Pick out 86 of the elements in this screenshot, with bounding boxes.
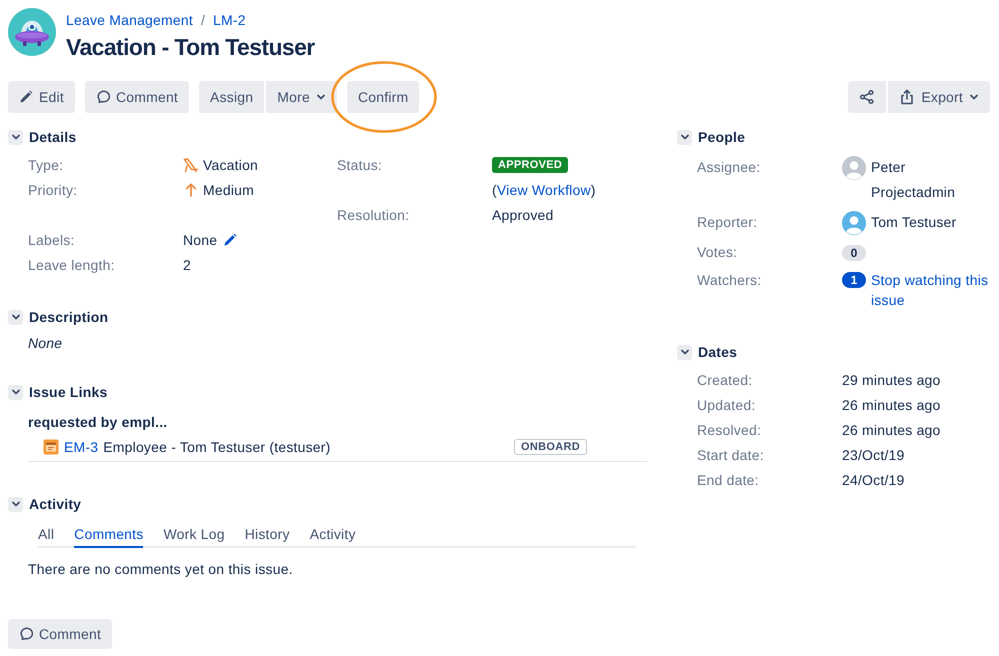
field-label: Updated: bbox=[697, 396, 756, 415]
field-label: Leave length: bbox=[28, 256, 116, 275]
upload-icon bbox=[899, 89, 916, 105]
breadcrumb-link[interactable]: LM-2 bbox=[213, 10, 246, 30]
field-label: Votes: bbox=[697, 243, 738, 262]
field-value: 26 minutes ago bbox=[842, 396, 941, 415]
share-button[interactable] bbox=[848, 81, 886, 113]
field-value: 29 minutes ago bbox=[842, 371, 941, 390]
caret-icon bbox=[969, 92, 979, 102]
user-name: Peter Projectadmin bbox=[871, 158, 956, 202]
field-label: Resolved: bbox=[697, 421, 762, 440]
field-value: Medium bbox=[203, 181, 254, 200]
issue-key-link[interactable]: EM-3 bbox=[64, 437, 98, 457]
empty-message: There are no comments yet on this issue. bbox=[28, 560, 294, 579]
field-label: Start date: bbox=[697, 446, 765, 465]
section-title: Activity bbox=[29, 495, 82, 514]
field-label: Watchers: bbox=[697, 271, 762, 290]
comment-icon bbox=[19, 627, 33, 641]
issue-title: Vacation - Tom Testuser bbox=[66, 33, 315, 62]
action-button[interactable]: Assign bbox=[199, 81, 264, 113]
field-label: Resolution: bbox=[337, 206, 410, 225]
field-label: Created: bbox=[697, 371, 754, 390]
chevron-down-icon bbox=[680, 347, 690, 357]
section-title: Dates bbox=[698, 343, 738, 362]
activity-tab[interactable]: History bbox=[244, 520, 290, 548]
caret-icon bbox=[316, 92, 326, 102]
field-label: Labels: bbox=[28, 231, 76, 250]
field-label: Type: bbox=[28, 156, 64, 175]
field-value: 2 bbox=[183, 256, 191, 275]
workflow-note: (View Workflow) bbox=[492, 181, 596, 200]
view-workflow-link[interactable]: View Workflow bbox=[496, 182, 591, 198]
pencil-icon bbox=[19, 90, 33, 104]
activity-tab[interactable]: All bbox=[38, 520, 54, 548]
chevron-down-icon bbox=[10, 499, 20, 509]
pencil-icon[interactable] bbox=[223, 233, 238, 247]
field-value: 26 minutes ago bbox=[842, 421, 941, 440]
status-lozenge: ONBOARD bbox=[514, 439, 587, 455]
chevron-down-icon bbox=[10, 312, 20, 322]
activity-tab[interactable]: Activity bbox=[310, 520, 356, 548]
collapse-toggle[interactable] bbox=[677, 344, 692, 360]
field-label: Priority: bbox=[28, 181, 78, 200]
watcher-count: 1 bbox=[842, 272, 866, 288]
field-value: Vacation bbox=[203, 156, 258, 175]
calendar-icon bbox=[43, 439, 59, 455]
edit-button[interactable]: Edit bbox=[8, 81, 75, 113]
collapse-toggle[interactable] bbox=[8, 496, 23, 512]
field-label: Reporter: bbox=[697, 213, 758, 232]
collapse-toggle[interactable] bbox=[8, 310, 23, 324]
link-relation: requested by empl... bbox=[28, 413, 168, 432]
field-value: 24/Oct/19 bbox=[842, 471, 905, 490]
activity-tab[interactable]: Work Log bbox=[163, 520, 225, 548]
share-icon bbox=[859, 89, 876, 105]
comment-button[interactable]: Comment bbox=[8, 619, 112, 649]
field-label: End date: bbox=[697, 471, 760, 490]
section-title: Description bbox=[29, 308, 108, 327]
export-button[interactable]: Export bbox=[888, 81, 990, 113]
field-value: Approved bbox=[492, 206, 554, 225]
ufo-avatar-icon bbox=[8, 8, 56, 56]
field-label: Assignee: bbox=[697, 158, 762, 177]
comment-button[interactable]: Comment bbox=[84, 81, 190, 113]
vote-count: 0 bbox=[842, 244, 866, 260]
field-value: 23/Oct/19 bbox=[842, 446, 905, 465]
section-title: People bbox=[698, 128, 746, 147]
description-text: None bbox=[28, 334, 64, 353]
action-button[interactable]: Confirm bbox=[346, 81, 420, 113]
collapse-toggle[interactable] bbox=[677, 130, 692, 144]
chevron-down-icon bbox=[10, 132, 20, 142]
deck-chair-icon bbox=[183, 157, 199, 173]
section-title: Issue Links bbox=[29, 383, 108, 402]
comment-icon bbox=[96, 90, 110, 104]
collapse-toggle[interactable] bbox=[8, 384, 23, 400]
collapse-toggle[interactable] bbox=[8, 130, 23, 144]
field-value: None bbox=[183, 231, 218, 250]
breadcrumb-separator: / bbox=[200, 11, 206, 30]
activity-tab[interactable]: Comments bbox=[74, 520, 144, 548]
more-menu-button[interactable]: More bbox=[266, 81, 337, 113]
section-title: Details bbox=[29, 128, 76, 147]
chevron-down-icon bbox=[680, 132, 690, 142]
chevron-down-icon bbox=[10, 387, 20, 397]
issue-summary: Employee - Tom Testuser (testuser) bbox=[103, 438, 331, 457]
breadcrumb-link[interactable]: Leave Management bbox=[66, 10, 193, 30]
status-lozenge: APPROVED bbox=[492, 157, 568, 173]
stop-watching-link[interactable]: Stop watching this issue bbox=[871, 270, 991, 310]
arrow-up-icon bbox=[183, 182, 199, 198]
user-name: Tom Testuser bbox=[871, 213, 958, 232]
field-label: Status: bbox=[337, 156, 383, 175]
